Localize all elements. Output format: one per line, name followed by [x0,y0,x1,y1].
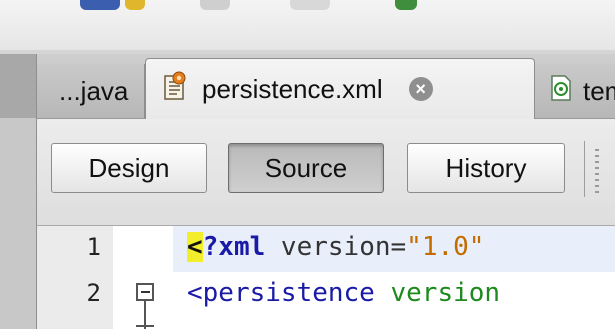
fold-guide-tick [136,325,154,327]
toolbar-icon-fragment[interactable] [290,0,330,10]
xml-attribute: version= [265,232,407,262]
main-toolbar [0,0,615,51]
tab-label: ...java [59,75,129,106]
fold-margin [113,226,173,329]
line-number: 2 [86,279,101,307]
source-button[interactable]: Source [228,143,384,193]
tab-java-file[interactable]: ...java [37,64,145,118]
toolbar-separator [584,141,585,197]
xml-element: <persistence [187,278,375,308]
code-editor[interactable]: <?xml version="1.0" <persistence version [173,226,615,329]
line-number: 1 [86,233,101,261]
design-button[interactable]: Design [51,143,207,193]
editor-view-toolbar: Design Source History [37,119,615,226]
tab-persistence-xml[interactable]: persistence.xml × [145,58,535,119]
toolbar-grip [595,149,599,193]
xml-config-icon [162,71,188,108]
xml-string: "1.0" [406,232,485,262]
toolbar-icon-fragment[interactable] [125,0,145,10]
tab-tem-file[interactable]: tem [535,64,615,118]
line-number-gutter: 1 2 [37,226,114,329]
history-button[interactable]: History [407,143,565,193]
xml-attribute: version [374,278,501,308]
code-line: <?xml version="1.0" [187,232,484,262]
editor-tab-bar: ...java persistence.xml × tem [37,54,615,119]
tab-label: tem [583,75,615,106]
close-icon[interactable]: × [408,77,433,101]
xml-declaration: ?xml [202,232,266,262]
fold-collapse-icon[interactable] [136,283,154,301]
toolbar-icon-fragment[interactable] [395,0,417,10]
java-file-icon [549,73,573,110]
left-panel-tab[interactable] [0,54,36,118]
bracket-match-highlight: < [187,232,203,262]
toolbar-icon-fragment[interactable] [200,0,230,10]
tab-label: persistence.xml [202,73,383,104]
toolbar-icon-fragment[interactable] [80,0,120,10]
code-line: <persistence version [187,278,500,308]
left-panel-edge [0,54,37,329]
